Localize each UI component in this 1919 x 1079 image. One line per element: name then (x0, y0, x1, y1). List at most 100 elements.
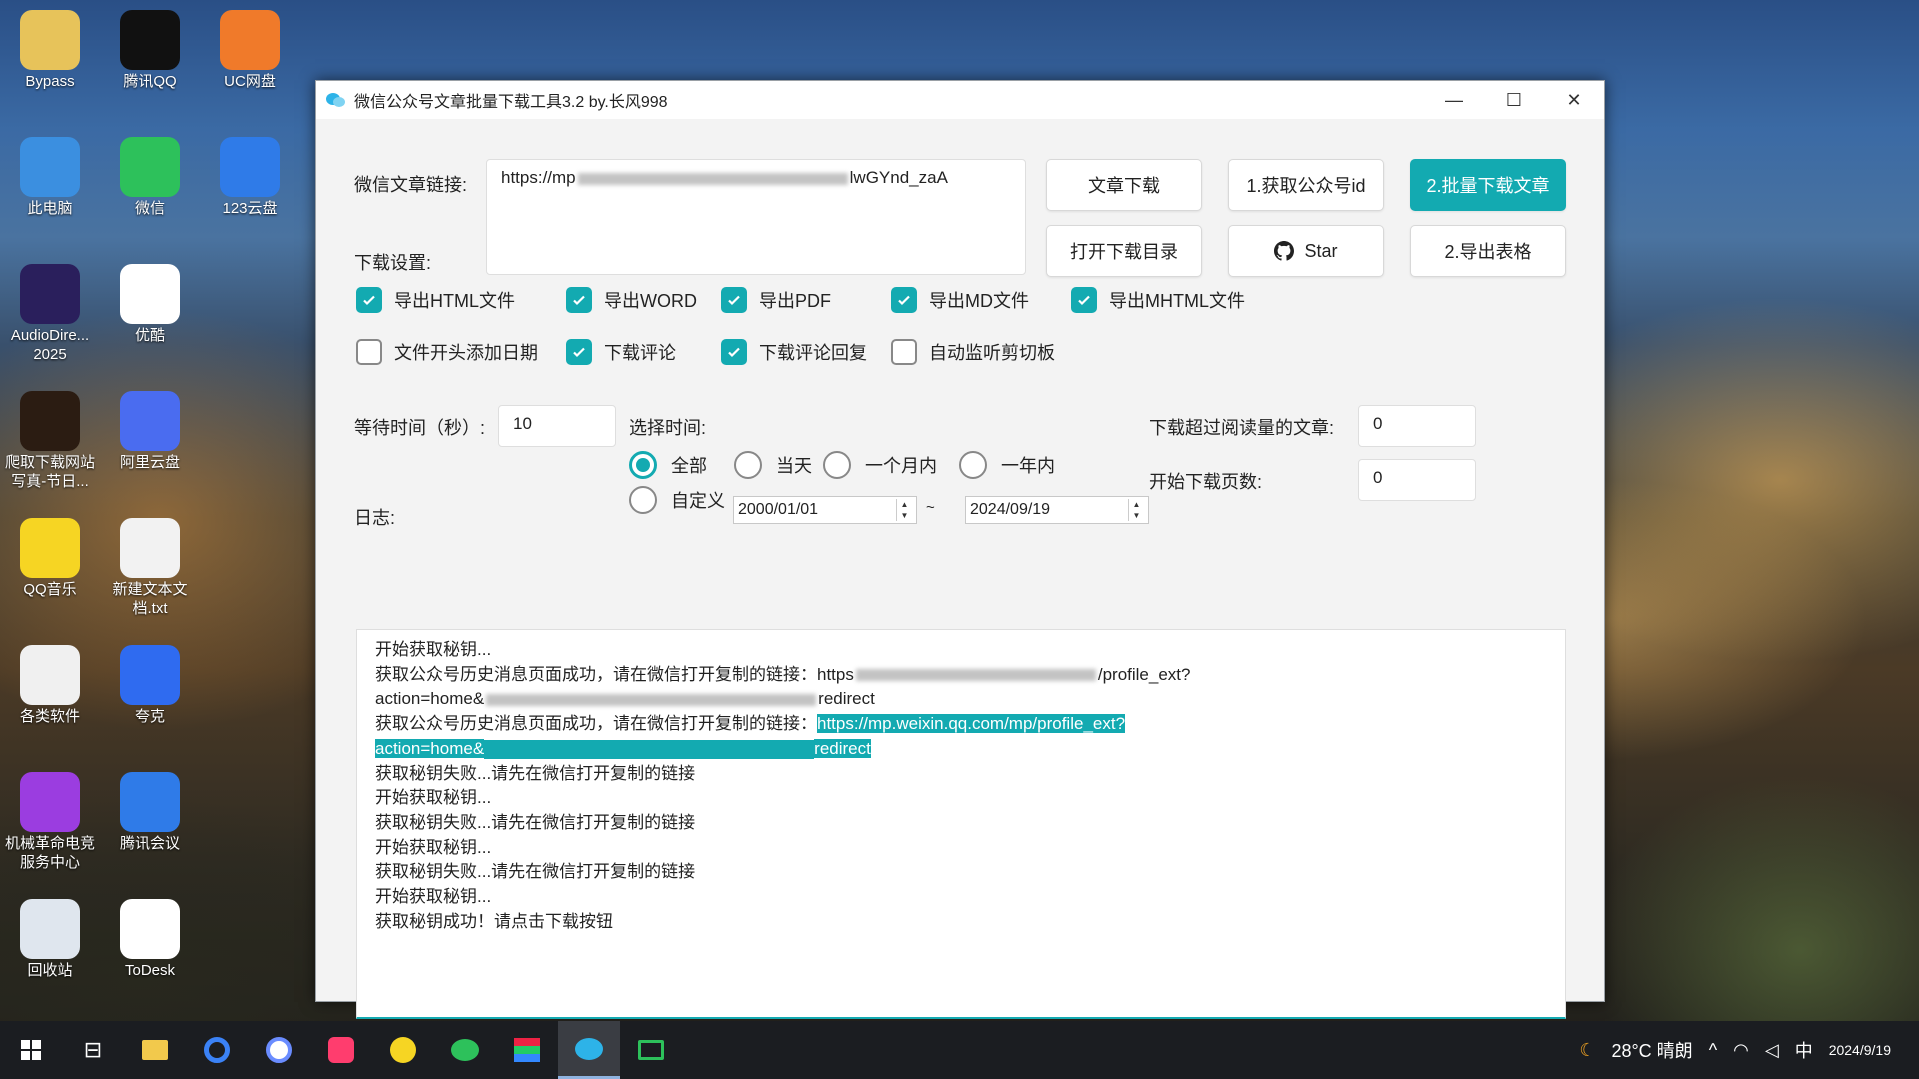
option-checkbox[interactable]: 导出HTML文件 (356, 287, 515, 313)
desktop-icon-label: 腾讯会议 (119, 835, 180, 852)
task-view-button[interactable]: ⊟ (62, 1021, 124, 1079)
time-range-radio[interactable]: 一个月内 (823, 451, 937, 479)
taskbar-youku[interactable] (310, 1021, 372, 1079)
date-from-spin-icon[interactable]: ▲ ▼ (896, 499, 912, 521)
123-cloud-icon (220, 137, 280, 197)
date-to-spin-icon[interactable]: ▲ ▼ (1128, 499, 1144, 521)
clock-date[interactable]: 2024/9/19 (1829, 1042, 1891, 1058)
option-checkbox[interactable]: 导出MD文件 (891, 287, 1029, 313)
url-redacted (577, 172, 848, 185)
log-label: 日志: (354, 508, 396, 528)
get-account-id-button[interactable]: 1.获取公众号id (1228, 159, 1384, 211)
radio-empty-icon[interactable] (823, 451, 851, 479)
option-checkbox[interactable]: 导出PDF (721, 287, 831, 313)
option-checkbox[interactable]: 文件开头添加日期 (356, 339, 538, 365)
start-button[interactable] (0, 1021, 62, 1079)
read-threshold-input[interactable]: 0 (1358, 405, 1476, 447)
maximize-button[interactable]: ☐ (1484, 81, 1544, 119)
download-article-button[interactable]: 文章下载 (1046, 159, 1202, 211)
ime-indicator[interactable]: 中 (1795, 1037, 1813, 1063)
radio-empty-icon[interactable] (959, 451, 987, 479)
taskbar-wechat[interactable] (434, 1021, 496, 1079)
weather-text[interactable]: 28°C 晴朗 (1611, 1037, 1692, 1063)
option-checkbox[interactable]: 导出WORD (566, 287, 697, 313)
taskbar-remote[interactable] (620, 1021, 682, 1079)
desktop-icon[interactable]: 此电脑 (2, 133, 98, 218)
taskbar-quark[interactable] (186, 1021, 248, 1079)
taskbar-aliyun[interactable] (248, 1021, 310, 1079)
desktop-icon[interactable]: 腾讯会议 (102, 768, 198, 853)
url-textarea[interactable]: https://mp lwGYnd_zaA (486, 159, 1026, 275)
checkbox-label: 导出WORD (604, 291, 697, 311)
desktop-icon-label: 爬取下载网站写真-节日... (4, 454, 95, 490)
checkbox-empty-icon[interactable] (356, 339, 382, 365)
desktop-icon-label: 机械革命电竞服务中心 (4, 835, 95, 871)
tray-expand-icon[interactable]: ^ (1709, 1040, 1717, 1061)
radio-empty-icon[interactable] (629, 486, 657, 514)
desktop-icon[interactable]: 阿里云盘 (102, 387, 198, 472)
desktop-icon[interactable]: 回收站 (2, 895, 98, 980)
date-to-picker[interactable]: 2024/09/19 ▲ ▼ (965, 496, 1149, 524)
checkbox-label: 导出PDF (759, 291, 831, 311)
desktop-icon[interactable]: 腾讯QQ (102, 6, 198, 91)
star-button[interactable]: Star (1228, 225, 1384, 277)
checkmark-icon[interactable] (356, 287, 382, 313)
desktop-icon[interactable]: 机械革命电竞服务中心 (2, 768, 98, 872)
desktop-icon[interactable]: 123云盘 (202, 133, 298, 218)
desktop-icon[interactable]: QQ音乐 (2, 514, 98, 599)
log-line: action=home& redirect (375, 689, 875, 709)
qq-music-icon (390, 1037, 416, 1063)
time-range-radio[interactable]: 当天 (734, 451, 812, 479)
taskbar-wechat-downloader[interactable] (558, 1021, 620, 1079)
checkmark-icon[interactable] (1071, 287, 1097, 313)
radio-selected-icon[interactable] (629, 451, 657, 479)
date-from-picker[interactable]: 2000/01/01 ▲ ▼ (733, 496, 917, 524)
time-range-radio[interactable]: 全部 (629, 451, 707, 479)
minimize-button[interactable]: — (1424, 81, 1484, 119)
radio-label: 全部 (671, 456, 707, 476)
taskbar-archive[interactable] (496, 1021, 558, 1079)
speaker-icon[interactable]: ◁ (1765, 1040, 1779, 1061)
app-window: 微信公众号文章批量下载工具3.2 by.长风998 — ☐ ✕ 微信文章链接: … (315, 80, 1605, 1019)
checkmark-icon[interactable] (566, 287, 592, 313)
export-table-button[interactable]: 2.导出表格 (1410, 225, 1566, 277)
log-output[interactable]: 开始获取秘钥... 获取公众号历史消息页面成功，请在微信打开复制的链接：http… (356, 629, 1566, 1019)
taskbar-file-explorer[interactable] (124, 1021, 186, 1079)
checkmark-icon[interactable] (721, 339, 747, 365)
select-time-label: 选择时间: (629, 418, 707, 438)
checkmark-icon[interactable] (891, 287, 917, 313)
network-icon[interactable]: ◠ (1733, 1040, 1749, 1061)
desktop-icon-label: 此电脑 (27, 200, 73, 217)
desktop-icon[interactable]: AudioDire... 2025 (2, 260, 98, 364)
desktop-icon[interactable]: ToDesk (102, 895, 198, 980)
radio-empty-icon[interactable] (734, 451, 762, 479)
quark-icon (120, 645, 180, 705)
taskbar-qq-music[interactable] (372, 1021, 434, 1079)
time-range-radio[interactable]: 一年内 (959, 451, 1055, 479)
monitor-icon (638, 1040, 664, 1060)
open-download-dir-button[interactable]: 打开下载目录 (1046, 225, 1202, 277)
start-page-input[interactable]: 0 (1358, 459, 1476, 501)
close-button[interactable]: ✕ (1544, 81, 1604, 119)
desktop-icon[interactable]: 夸克 (102, 641, 198, 726)
desktop-icon[interactable]: Bypass (2, 6, 98, 91)
checkmark-icon[interactable] (721, 287, 747, 313)
desktop-icon[interactable]: UC网盘 (202, 6, 298, 91)
desktop-icon[interactable]: 各类软件 (2, 641, 98, 726)
desktop-icon[interactable]: 爬取下载网站写真-节日... (2, 387, 98, 491)
batch-download-button[interactable]: 2.批量下载文章 (1410, 159, 1566, 211)
checkbox-empty-icon[interactable] (891, 339, 917, 365)
radio-label: 当天 (776, 456, 812, 476)
option-checkbox[interactable]: 下载评论回复 (721, 339, 867, 365)
desktop-icon[interactable]: 优酷 (102, 260, 198, 345)
desktop-icon[interactable]: 新建文本文档.txt (102, 514, 198, 618)
desktop-icon[interactable]: 微信 (102, 133, 198, 218)
option-checkbox[interactable]: 下载评论 (566, 339, 676, 365)
wait-time-input[interactable]: 10 (498, 405, 616, 447)
desktop-icon-label: 腾讯QQ (123, 73, 177, 90)
option-checkbox[interactable]: 导出MHTML文件 (1071, 287, 1245, 313)
checkmark-icon[interactable] (566, 339, 592, 365)
time-range-radio[interactable]: 自定义 (629, 486, 725, 514)
option-checkbox[interactable]: 自动监听剪切板 (891, 339, 1055, 365)
title-bar[interactable]: 微信公众号文章批量下载工具3.2 by.长风998 — ☐ ✕ (316, 81, 1604, 119)
